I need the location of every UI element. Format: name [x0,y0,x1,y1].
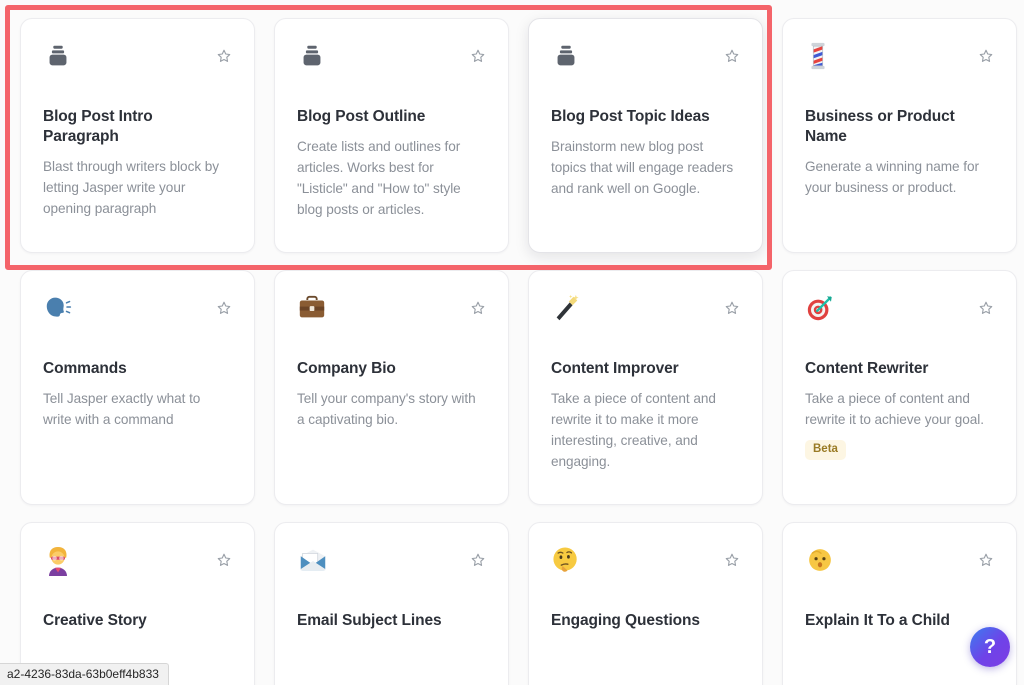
card-title: Content Improver [551,360,679,377]
ink-bottle-icon [297,41,486,87]
help-button[interactable]: ? [970,627,1010,667]
favorite-star-icon[interactable] [724,552,740,568]
card-title: Company Bio [297,360,396,377]
browser-status-bar: a2-4236-83da-63b0eff4b833 [0,663,169,685]
template-card[interactable]: Email Subject Lines [274,522,509,685]
baby-icon [805,545,994,591]
template-card-grid: Blog Post Intro Paragraph Blast through w… [20,18,1017,685]
favorite-star-icon[interactable] [978,552,994,568]
card-title: Business or Product Name [805,108,955,146]
briefcase-icon [297,293,486,339]
card-description: Tell Jasper exactly what to write with a… [43,391,201,428]
speaking-head-icon [43,293,232,339]
barber-pole-icon [805,41,994,87]
template-card[interactable]: Commands Tell Jasper exactly what to writ… [20,270,255,505]
card-description: Brainstorm new blog post topics that wil… [551,139,734,197]
card-description: Create lists and outlines for articles. … [297,139,461,218]
template-card[interactable]: Engaging Questions [528,522,763,685]
question-mark-icon: ? [983,635,997,658]
card-title: Engaging Questions [551,612,700,629]
template-card[interactable]: Blog Post Outline Create lists and outlin… [274,18,509,253]
template-card[interactable]: Blog Post Topic Ideas Brainstorm new blog… [528,18,763,253]
card-title: Email Subject Lines [297,612,442,629]
thinking-face-icon [551,545,740,591]
favorite-star-icon[interactable] [470,48,486,64]
dart-target-icon [805,293,994,339]
woman-artist-icon [43,545,232,591]
card-description: Blast through writers block by letting J… [43,159,220,217]
favorite-star-icon[interactable] [978,48,994,64]
favorite-star-icon[interactable] [216,300,232,316]
card-description: Tell your company's story with a captiva… [297,391,476,428]
magic-wand-icon [551,293,740,339]
beta-badge: Beta [805,440,846,461]
template-card[interactable]: Content Rewriter Take a piece of content … [782,270,1017,505]
ink-bottle-icon [43,41,232,87]
ink-bottle-icon [551,41,740,87]
card-description: Generate a winning name for your busines… [805,159,979,196]
incoming-envelope-icon [297,545,486,591]
card-title: Content Rewriter [805,360,929,377]
favorite-star-icon[interactable] [216,48,232,64]
card-description: Take a piece of content and rewrite it t… [551,391,716,470]
template-card[interactable]: Creative Story [20,522,255,685]
favorite-star-icon[interactable] [724,48,740,64]
favorite-star-icon[interactable] [978,300,994,316]
favorite-star-icon[interactable] [470,552,486,568]
template-card[interactable]: Business or Product Name Generate a winni… [782,18,1017,253]
template-card[interactable]: Blog Post Intro Paragraph Blast through w… [20,18,255,253]
card-title: Blog Post Intro Paragraph [43,108,153,146]
card-description: Take a piece of content and rewrite it t… [805,391,984,428]
favorite-star-icon[interactable] [724,300,740,316]
card-title: Blog Post Topic Ideas [551,108,710,125]
status-bar-url: a2-4236-83da-63b0eff4b833 [7,667,159,681]
card-title: Blog Post Outline [297,108,426,125]
favorite-star-icon[interactable] [470,300,486,316]
template-card[interactable]: Company Bio Tell your company's story wit… [274,270,509,505]
favorite-star-icon[interactable] [216,552,232,568]
card-title: Commands [43,360,127,377]
card-title: Creative Story [43,612,147,629]
card-title: Explain It To a Child [805,612,950,629]
template-card[interactable]: Content Improver Take a piece of content … [528,270,763,505]
